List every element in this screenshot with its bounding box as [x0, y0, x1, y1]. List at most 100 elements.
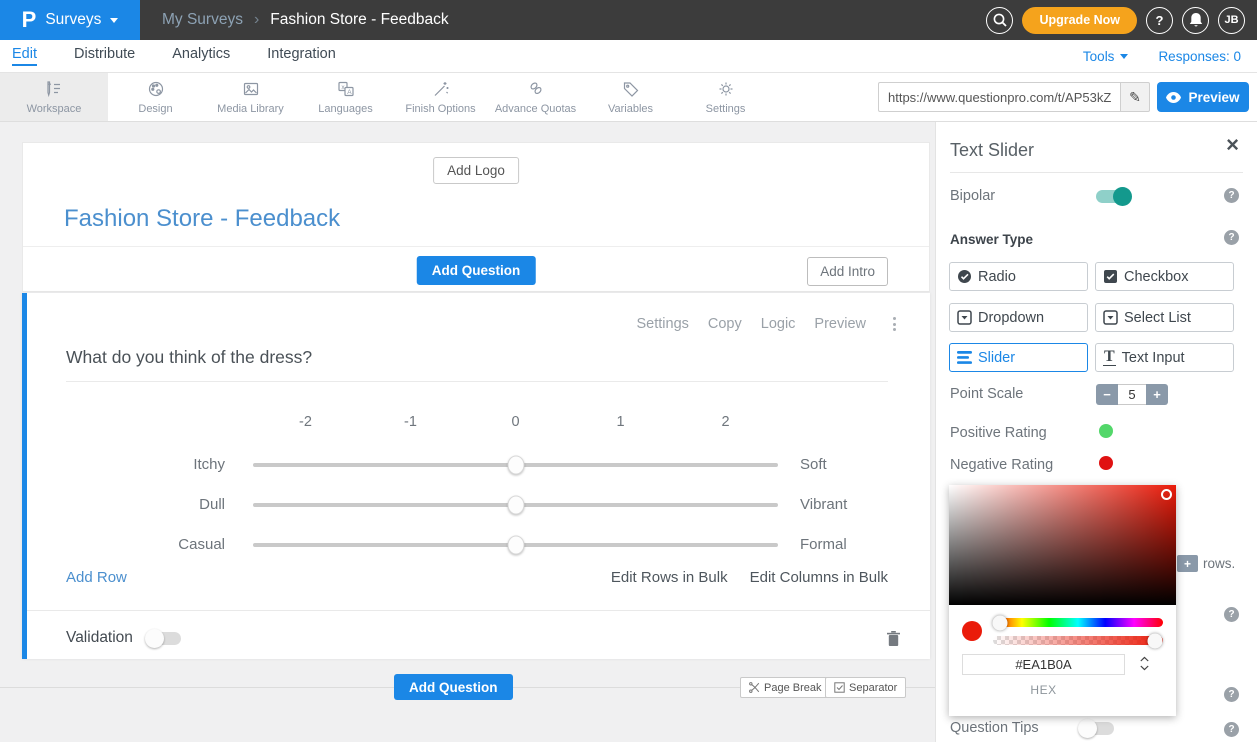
dropdown-caret-icon [957, 310, 972, 325]
question-more-menu[interactable] [891, 315, 898, 333]
dot [893, 323, 896, 326]
row-right-label[interactable]: Vibrant [800, 496, 847, 513]
toolbar-item-advance-quotas[interactable]: Advance Quotas [488, 73, 583, 121]
row-right-label[interactable]: Formal [800, 536, 847, 553]
add-question-button-top[interactable]: Add Question [417, 256, 536, 285]
scale-label: -2 [253, 414, 358, 430]
tab-distribute[interactable]: Distribute [74, 46, 135, 66]
color-saturation-cursor[interactable] [1161, 489, 1172, 500]
toolbar-item-design[interactable]: Design [108, 73, 203, 121]
search-button[interactable] [986, 7, 1013, 34]
slider-track[interactable] [253, 463, 778, 467]
question-text[interactable]: What do you think of the dress? [66, 347, 888, 382]
toolbar-item-label: Settings [706, 103, 746, 115]
survey-url-input[interactable] [878, 82, 1120, 112]
toolbar-item-settings[interactable]: Settings [678, 73, 773, 121]
answer-type-radio[interactable]: Radio [949, 262, 1088, 291]
scale-label: -1 [358, 414, 463, 430]
slider-handle[interactable] [507, 496, 524, 515]
separator-button[interactable]: Separator [825, 677, 906, 698]
tools-menu[interactable]: Tools [1083, 49, 1129, 64]
hex-color-input[interactable] [962, 654, 1125, 675]
question-tips-toggle[interactable] [1079, 722, 1114, 735]
slider-handle[interactable] [507, 536, 524, 555]
color-picker-controls [949, 605, 1176, 645]
question-preview-link[interactable]: Preview [814, 316, 866, 332]
answer-type-select-list[interactable]: Select List [1095, 303, 1234, 332]
help-button[interactable]: ? [1146, 7, 1173, 34]
add-question-button-bottom[interactable]: Add Question [394, 674, 513, 700]
toolbar-item-languages[interactable]: xA Languages [298, 73, 393, 121]
add-row-link[interactable]: Add Row [66, 569, 127, 586]
toolbar-item-workspace[interactable]: Workspace [0, 73, 108, 121]
edit-rows-bulk-link[interactable]: Edit Rows in Bulk [611, 569, 728, 586]
question-settings-link[interactable]: Settings [636, 316, 688, 332]
rows-plus-button[interactable]: + [1177, 555, 1198, 572]
survey-title[interactable]: Fashion Store - Feedback [64, 205, 340, 233]
row-left-label[interactable]: Itchy [27, 456, 225, 473]
hue-slider-handle[interactable] [993, 615, 1008, 630]
alpha-slider[interactable] [993, 636, 1163, 645]
add-intro-button[interactable]: Add Intro [807, 257, 888, 286]
bell-icon [1189, 13, 1203, 28]
avatar[interactable]: JB [1218, 7, 1245, 34]
question-settings-panel: Text Slider × Bipolar ? Answer Type ? Ra… [935, 122, 1257, 742]
answer-type-label-text: Radio [978, 269, 1016, 285]
row-right-label[interactable]: Soft [800, 456, 827, 473]
toolbar-item-variables[interactable]: Variables [583, 73, 678, 121]
upgrade-now-button[interactable]: Upgrade Now [1022, 7, 1137, 34]
point-scale-minus-button[interactable]: − [1096, 384, 1118, 405]
answer-type-label-text: Checkbox [1124, 269, 1188, 285]
answer-type-help-icon[interactable]: ? [1224, 230, 1239, 245]
color-mode-spinner[interactable] [1140, 656, 1149, 671]
question-copy-link[interactable]: Copy [708, 316, 742, 332]
validation-toggle[interactable] [146, 632, 181, 645]
answer-type-label-text: Slider [978, 350, 1015, 366]
tab-analytics[interactable]: Analytics [172, 46, 230, 66]
point-scale-input[interactable] [1118, 384, 1146, 405]
breadcrumb: My Surveys › Fashion Store - Feedback [162, 11, 449, 29]
bipolar-help-icon[interactable]: ? [1224, 188, 1239, 203]
answer-type-dropdown[interactable]: Dropdown [949, 303, 1088, 332]
add-logo-button[interactable]: Add Logo [433, 157, 519, 184]
negative-rating-color-swatch[interactable] [1099, 456, 1113, 470]
answer-type-text-input[interactable]: T Text Input [1095, 343, 1234, 372]
bipolar-toggle[interactable] [1096, 190, 1131, 203]
page-break-icon [749, 682, 760, 693]
row-left-label[interactable]: Casual [27, 536, 225, 553]
responses-count[interactable]: Responses: 0 [1158, 49, 1241, 64]
tab-integration[interactable]: Integration [267, 46, 336, 66]
product-switcher[interactable]: P Surveys [0, 0, 140, 40]
breadcrumb-my-surveys[interactable]: My Surveys [162, 11, 243, 29]
help-icon[interactable]: ? [1224, 607, 1239, 622]
notifications-button[interactable] [1182, 7, 1209, 34]
slider-track[interactable] [253, 543, 778, 547]
survey-header-card: Add Logo Fashion Store - Feedback Add Qu… [22, 142, 930, 292]
alpha-slider-handle[interactable] [1148, 633, 1163, 648]
hex-row [949, 645, 1176, 675]
edit-columns-bulk-link[interactable]: Edit Columns in Bulk [750, 569, 888, 586]
toolbar-item-label: Languages [318, 103, 372, 115]
row-actions: Add Row Edit Rows in Bulk Edit Columns i… [66, 569, 888, 586]
edit-url-button[interactable]: ✎ [1120, 82, 1150, 112]
point-scale-plus-button[interactable]: + [1146, 384, 1168, 405]
slider-handle[interactable] [507, 456, 524, 475]
close-icon[interactable]: × [1226, 134, 1239, 156]
preview-button[interactable]: Preview [1157, 82, 1249, 112]
color-saturation-area[interactable] [949, 485, 1176, 605]
delete-question-button[interactable] [887, 631, 900, 646]
tab-edit[interactable]: Edit [12, 46, 37, 66]
help-icon[interactable]: ? [1224, 687, 1239, 702]
toolbar-item-finish-options[interactable]: Finish Options [393, 73, 488, 121]
hue-slider[interactable] [993, 618, 1163, 627]
magic-wand-icon [431, 79, 451, 99]
answer-type-slider[interactable]: Slider [949, 343, 1088, 372]
positive-rating-color-swatch[interactable] [1099, 424, 1113, 438]
slider-track[interactable] [253, 503, 778, 507]
page-break-button[interactable]: Page Break [740, 677, 830, 698]
toolbar-item-media-library[interactable]: Media Library [203, 73, 298, 121]
question-logic-link[interactable]: Logic [761, 316, 796, 332]
help-icon[interactable]: ? [1224, 722, 1239, 737]
answer-type-checkbox[interactable]: Checkbox [1095, 262, 1234, 291]
row-left-label[interactable]: Dull [27, 496, 225, 513]
